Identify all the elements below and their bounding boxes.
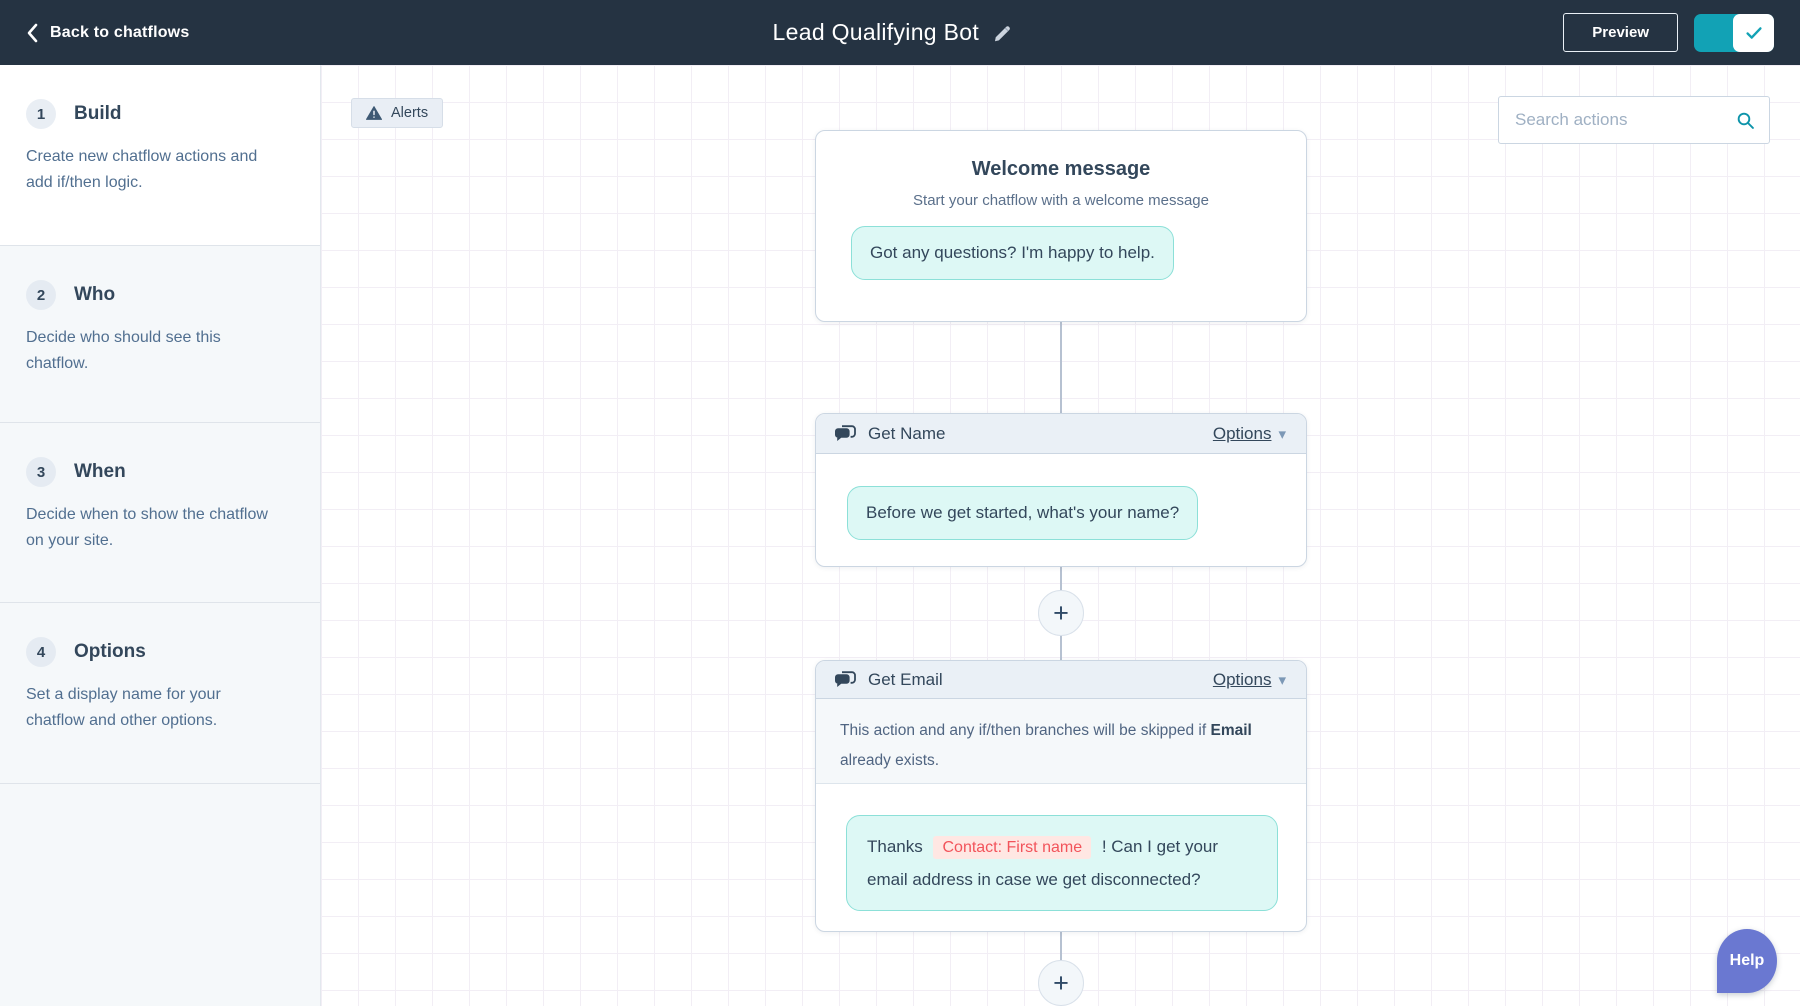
chat-bubbles-icon — [834, 425, 856, 442]
chevron-down-icon: ▾ — [1278, 425, 1286, 443]
page-title: Lead Qualifying Bot — [773, 19, 979, 46]
step-title: Build — [74, 103, 122, 125]
card-title: Get Email — [868, 670, 943, 690]
chevron-left-icon — [26, 23, 38, 43]
warning-icon — [366, 106, 382, 120]
search-input[interactable] — [1515, 110, 1736, 130]
back-to-chatflows-button[interactable]: Back to chatflows — [26, 23, 189, 43]
chat-bubbles-icon — [834, 671, 856, 688]
card-subtitle: Start your chatflow with a welcome messa… — [816, 192, 1306, 209]
step-description: Create new chatflow actions and add if/t… — [26, 144, 281, 196]
pencil-icon[interactable] — [993, 23, 1013, 43]
topbar-actions: Preview — [1563, 13, 1774, 52]
personalization-token: Contact: First name — [933, 836, 1091, 859]
welcome-message-card[interactable]: Welcome message Start your chatflow with… — [815, 130, 1307, 322]
step-number-badge: 2 — [26, 280, 56, 310]
step-number-badge: 1 — [26, 99, 56, 129]
connector-line — [1060, 322, 1062, 413]
chevron-down-icon: ▾ — [1278, 671, 1286, 689]
step-description: Set a display name for your chatflow and… — [26, 682, 281, 734]
flow-canvas: Alerts Welcome message Start your chatfl… — [321, 65, 1800, 1006]
get-name-card[interactable]: Get Name Options ▾ Before we get started… — [815, 413, 1307, 567]
card-body: Thanks Contact: First name ! Can I get y… — [816, 784, 1306, 911]
alerts-button[interactable]: Alerts — [351, 98, 443, 128]
step-number-badge: 3 — [26, 457, 56, 487]
search-actions-box — [1498, 96, 1770, 144]
check-icon — [1743, 22, 1765, 44]
add-action-button[interactable]: + — [1038, 590, 1084, 636]
sidebar-item-when[interactable]: 3 When Decide when to show the chatflow … — [0, 422, 320, 602]
card-title: Get Name — [868, 424, 945, 444]
alerts-label: Alerts — [391, 105, 428, 121]
sidebar-item-who[interactable]: 2 Who Decide who should see this chatflo… — [0, 245, 320, 422]
step-number-badge: 4 — [26, 637, 56, 667]
help-button[interactable]: Help — [1717, 929, 1777, 993]
card-title: Welcome message — [816, 158, 1306, 181]
publish-toggle[interactable] — [1694, 14, 1774, 52]
chatflow-title-group: Lead Qualifying Bot — [773, 0, 1013, 65]
chat-bubble: Thanks Contact: First name ! Can I get y… — [846, 815, 1278, 911]
step-title: Options — [74, 641, 146, 663]
step-description: Decide when to show the chatflow on your… — [26, 502, 281, 554]
get-email-card[interactable]: Get Email Options ▾ This action and any … — [815, 660, 1307, 932]
options-dropdown[interactable]: Options ▾ — [1213, 670, 1286, 690]
search-icon — [1736, 110, 1755, 131]
card-header: Get Name Options ▾ — [816, 414, 1306, 454]
options-dropdown[interactable]: Options ▾ — [1213, 424, 1286, 444]
note-bold-property: Email — [1211, 722, 1252, 739]
chat-bubble: Before we get started, what's your name? — [847, 486, 1198, 540]
step-title: When — [74, 461, 126, 483]
card-header: Get Email Options ▾ — [816, 661, 1306, 699]
sidebar-item-build[interactable]: 1 Build Create new chatflow actions and … — [0, 65, 320, 245]
sidebar-item-options[interactable]: 4 Options Set a display name for your ch… — [0, 602, 320, 783]
preview-button[interactable]: Preview — [1563, 13, 1678, 52]
steps-sidebar: 1 Build Create new chatflow actions and … — [0, 65, 321, 1006]
toggle-knob — [1733, 14, 1774, 52]
top-bar: Back to chatflows Lead Qualifying Bot Pr… — [0, 0, 1800, 65]
card-body: Before we get started, what's your name? — [816, 454, 1306, 540]
sidebar-filler — [0, 783, 320, 1006]
back-label: Back to chatflows — [50, 24, 189, 42]
skip-note: This action and any if/then branches wil… — [816, 699, 1306, 784]
chat-bubble: Got any questions? I'm happy to help. — [851, 226, 1174, 280]
step-description: Decide who should see this chatflow. — [26, 325, 281, 377]
add-action-button[interactable]: + — [1038, 960, 1084, 1006]
step-title: Who — [74, 284, 115, 306]
